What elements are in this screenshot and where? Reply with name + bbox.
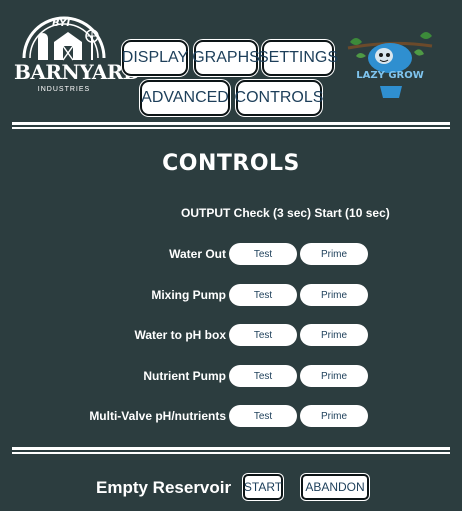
row-label-multi-valve: Multi-Valve pH/nutrients — [89, 409, 226, 423]
nutrient-pump-prime-button[interactable]: Prime — [300, 365, 368, 387]
barnyard-sub: INDUSTRIES — [37, 86, 91, 93]
empty-reservoir-abandon-button[interactable]: ABANDON — [301, 474, 369, 500]
lazy-grow-logo: LAZY GROW — [344, 26, 436, 102]
water-out-prime-button[interactable]: Prime — [300, 243, 368, 265]
nav-controls-button[interactable]: CONTROLS — [235, 80, 323, 116]
nav-advanced-button[interactable]: ADVANCED — [140, 80, 230, 116]
nav-display-button[interactable]: DISPLAY — [122, 40, 188, 76]
bottom-divider — [12, 447, 450, 454]
empty-reservoir-label: Empty Reservoir — [96, 478, 232, 497]
row-label-water-to-ph: Water to pH box — [134, 328, 226, 342]
top-divider — [12, 122, 450, 129]
multi-valve-test-button[interactable]: Test — [229, 405, 297, 427]
row-label-nutrient-pump: Nutrient Pump — [143, 369, 226, 383]
row-label-mixing-pump: Mixing Pump — [151, 288, 226, 302]
barnyard-badge: BYI — [52, 18, 71, 29]
multi-valve-prime-button[interactable]: Prime — [300, 405, 368, 427]
row-label-water-out: Water Out — [169, 247, 226, 261]
page-title: CONTROLS — [162, 151, 300, 176]
header: BYI BARNYARD INDUSTRIES DISPLAY GRAPHS S… — [0, 0, 462, 118]
barnyard-name: BARNYARD — [14, 60, 140, 84]
water-to-ph-test-button[interactable]: Test — [229, 324, 297, 346]
nav-graphs-button[interactable]: GRAPHS — [192, 40, 260, 76]
mixing-pump-prime-button[interactable]: Prime — [300, 284, 368, 306]
barnyard-logo: BYI BARNYARD INDUSTRIES — [14, 16, 140, 100]
empty-reservoir-start-button[interactable]: START — [243, 474, 283, 500]
output-column-header: OUTPUT Check (3 sec) Start (10 sec) — [181, 206, 390, 220]
mixing-pump-test-button[interactable]: Test — [229, 284, 297, 306]
lazy-grow-name: LAZY GROW — [356, 70, 424, 81]
water-out-test-button[interactable]: Test — [229, 243, 297, 265]
nutrient-pump-test-button[interactable]: Test — [229, 365, 297, 387]
nav-settings-button[interactable]: SETTINGS — [258, 40, 338, 76]
water-to-ph-prime-button[interactable]: Prime — [300, 324, 368, 346]
sloth-logo-icon — [347, 32, 433, 98]
